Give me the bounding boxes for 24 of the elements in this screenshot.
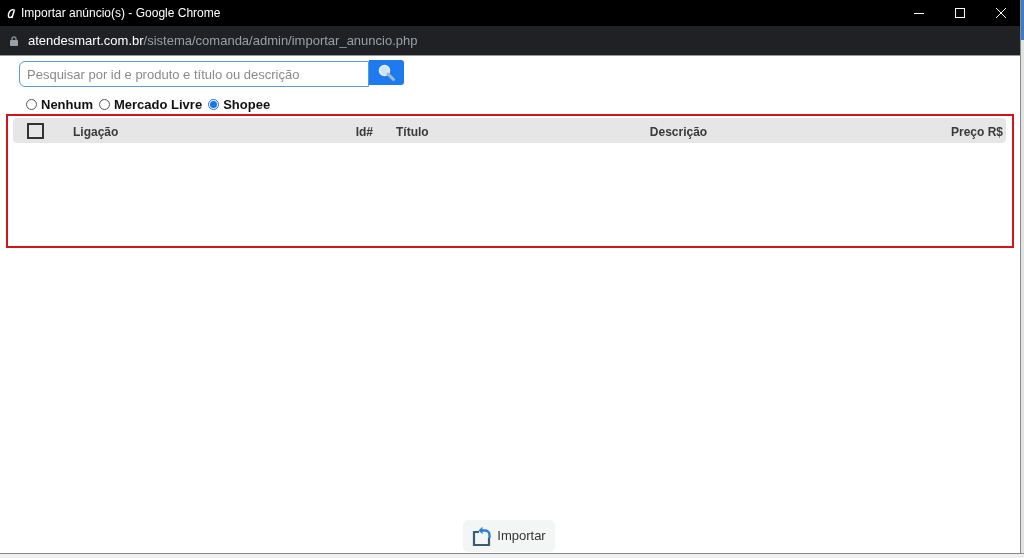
column-header: Título: [396, 124, 429, 139]
radio-button[interactable]: [26, 98, 37, 110]
import-button[interactable]: Importar: [463, 520, 555, 552]
search-field[interactable]: Pesquisar por id e produto e título ou descrição: [19, 61, 369, 87]
search-button[interactable]: [369, 60, 404, 85]
column-header: Descrição: [649, 124, 708, 139]
column-header: Preço R$: [950, 124, 1003, 139]
radio-label: Mercado Livre: [114, 97, 203, 111]
app-logo-icon: [7, 7, 17, 19]
minimize-icon: [913, 12, 924, 14]
radio-label: Shopee: [223, 97, 271, 111]
window-title: Importar anúncio(s) - Google Chrome: [21, 7, 221, 19]
import-icon: [472, 526, 494, 546]
select-all-checkbox[interactable]: [27, 122, 44, 139]
page-url[interactable]: atendesmart.com.br/sistema/comanda/admin/importar_anuncio.php: [28, 34, 418, 47]
column-header: Id#: [355, 124, 373, 139]
search-icon: [378, 64, 395, 81]
lock-icon: [10, 35, 18, 46]
radio-button[interactable]: [208, 98, 220, 110]
radio-label: Nenhum: [41, 97, 93, 111]
radio-button[interactable]: [99, 98, 110, 110]
column-header: Ligação: [73, 124, 119, 139]
maximize-icon: [954, 8, 965, 18]
close-icon: [995, 8, 1006, 18]
